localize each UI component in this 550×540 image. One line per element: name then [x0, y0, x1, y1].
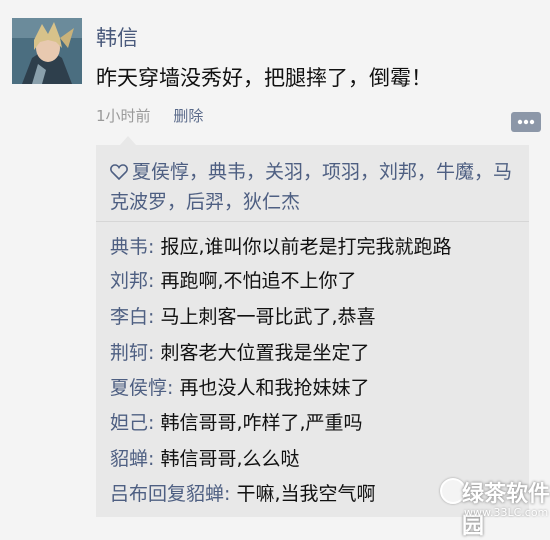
comment-item[interactable]: 典韦: 报应,谁叫你以前老是打完我就跑路 — [110, 232, 452, 259]
more-button[interactable] — [511, 112, 541, 132]
avatar[interactable] — [12, 18, 82, 84]
comment-text: 刺客老大位置我是坐定了 — [160, 342, 370, 364]
comment-author[interactable]: 夏侯惇 — [110, 377, 167, 399]
more-dots-icon — [517, 119, 535, 125]
comment-text: 韩信哥哥,咋样了,严重吗 — [160, 412, 363, 434]
comment-item[interactable]: 吕布回复貂蝉: 干嘛,当我空气啊 — [110, 479, 376, 506]
comment-text: 韩信哥哥,么么哒 — [160, 448, 300, 470]
heart-outline-icon — [110, 164, 128, 181]
comment-text: 再跑啊,不怕追不上你了 — [160, 270, 357, 292]
avatar-image — [12, 18, 82, 84]
comment-item[interactable]: 刘邦: 再跑啊,不怕追不上你了 — [110, 266, 357, 293]
post-text: 昨天穿墙没秀好，把腿摔了，倒霉！ — [96, 66, 432, 90]
comment-item[interactable]: 夏侯惇: 再也没人和我抢妹妹了 — [110, 373, 369, 400]
post-time: 1小时前 — [96, 107, 151, 125]
comment-item[interactable]: 李白: 马上刺客一哥比武了,恭喜 — [110, 302, 376, 329]
panel-caret — [120, 136, 136, 145]
delete-button[interactable]: 删除 — [173, 107, 203, 125]
comment-author[interactable]: 荆轲 — [110, 342, 148, 364]
comment-author[interactable]: 妲己 — [110, 412, 148, 434]
comment-text: 再也没人和我抢妹妹了 — [179, 377, 370, 399]
comment-item[interactable]: 荆轲: 刺客老大位置我是坐定了 — [110, 338, 369, 365]
watermark: 绿茶软件园 www.33LC.com — [440, 470, 550, 539]
likes-row: 夏侯惇，典韦，关羽，项羽，刘邦，牛魔，马克波罗，后羿，狄仁杰 — [110, 157, 518, 217]
comment-author[interactable]: 吕布回复貂蝉 — [110, 483, 224, 505]
comment-item[interactable]: 貂蝉: 韩信哥哥,么么哒 — [110, 444, 300, 471]
comment-author[interactable]: 貂蝉 — [110, 448, 148, 470]
comment-author[interactable]: 刘邦 — [110, 270, 148, 292]
comment-text: 干嘛,当我空气啊 — [236, 483, 376, 505]
comment-text: 报应,谁叫你以前老是打完我就跑路 — [160, 236, 452, 258]
comment-text: 马上刺客一哥比武了,恭喜 — [160, 306, 376, 328]
comment-item[interactable]: 妲己: 韩信哥哥,咋样了,严重吗 — [110, 408, 363, 435]
author-name[interactable]: 韩信 — [96, 22, 138, 52]
divider — [96, 221, 529, 222]
comment-author[interactable]: 李白 — [110, 306, 148, 328]
likes-names[interactable]: 夏侯惇，典韦，关羽，项羽，刘邦，牛魔，马克波罗，后羿，狄仁杰 — [110, 161, 512, 213]
comment-author[interactable]: 典韦 — [110, 236, 148, 258]
post-meta: 1小时前 删除 — [96, 105, 203, 126]
interaction-panel: 夏侯惇，典韦，关羽，项羽，刘邦，牛魔，马克波罗，后羿，狄仁杰 典韦: 报应,谁叫… — [96, 145, 529, 517]
watermark-url: www.33LC.com — [464, 506, 549, 519]
